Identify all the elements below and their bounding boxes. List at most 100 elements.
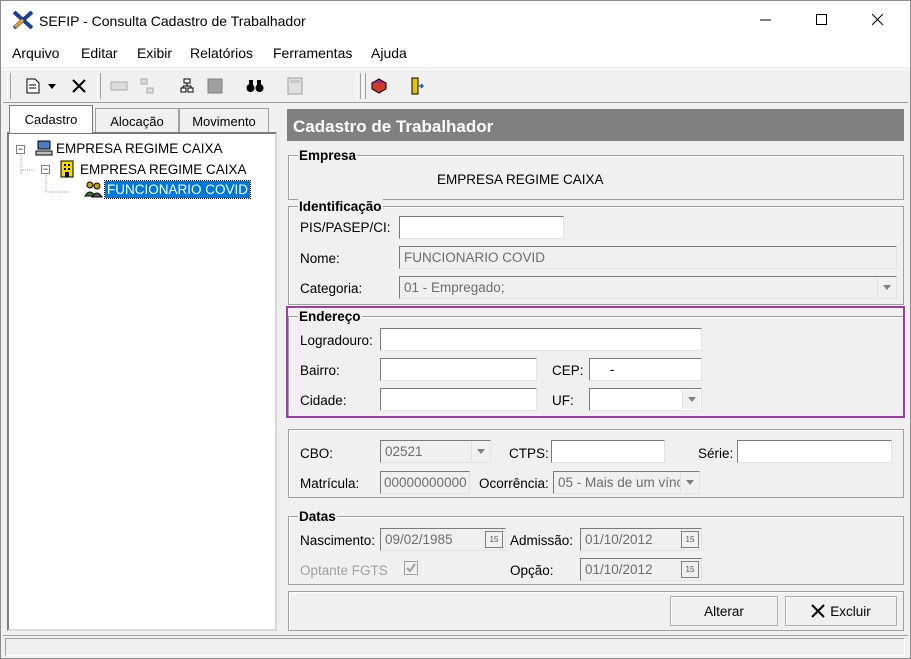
admissao-date-input[interactable]: 01/10/2012 15 (580, 528, 702, 551)
identificacao-group-title: Identificação (298, 199, 383, 215)
uf-select[interactable] (589, 388, 702, 411)
logradouro-label: Logradouro: (300, 333, 373, 348)
menu-editar[interactable]: Editar (81, 45, 118, 61)
building-icon (60, 160, 74, 178)
ocorrencia-value: 05 - Mais de um vínc (558, 475, 684, 490)
book-icon (370, 78, 388, 94)
nome-input[interactable]: FUNCIONARIO COVID (399, 246, 897, 269)
chevron-down-icon[interactable] (877, 278, 895, 297)
new-document-button[interactable] (21, 74, 45, 98)
opcao-date-input[interactable]: 01/10/2012 15 (580, 558, 702, 581)
menu-ajuda[interactable]: Ajuda (371, 45, 407, 61)
tree-node-company[interactable]: EMPRESA REGIME CAIXA (59, 160, 247, 178)
tree-view[interactable]: − EMPRESA REGIME CAIXA − EMPRESA REGIME … (7, 132, 277, 631)
close-icon (872, 14, 884, 26)
empresa-group: Empresa EMPRESA REGIME CAIXA (288, 148, 904, 200)
move-left-button[interactable] (107, 74, 131, 98)
ctps-input[interactable] (551, 440, 665, 463)
datas-group-title: Datas (298, 509, 337, 525)
serie-input[interactable] (737, 440, 892, 463)
toolbar (3, 69, 908, 103)
tab-cadastro[interactable]: Cadastro (9, 105, 93, 133)
menu-arquivo[interactable]: Arquivo (12, 45, 59, 61)
endereco-group: Endereço Logradouro: Bairro: CEP: - Cida… (288, 309, 904, 417)
tree-node-root-label: EMPRESA REGIME CAIXA (56, 141, 223, 156)
alterar-button[interactable]: Alterar (670, 596, 778, 626)
calendar-icon[interactable]: 15 (681, 531, 699, 548)
maximize-icon (816, 14, 827, 25)
categoria-select[interactable]: 01 - Empregado; (399, 276, 897, 299)
tree-collapse-toggle-company[interactable]: − (41, 165, 50, 174)
toolbar-separator-2 (357, 73, 361, 99)
new-dropdown-button[interactable] (45, 74, 59, 98)
calendar-icon[interactable]: 15 (681, 561, 699, 578)
title-bar: SEFIP - Consulta Cadastro de Trabalhador (1, 1, 910, 39)
menu-ferramentas[interactable]: Ferramentas (273, 45, 352, 61)
chevron-down-icon[interactable] (680, 473, 698, 492)
tree-icon (180, 78, 194, 93)
move-right-button[interactable] (135, 74, 159, 98)
cep-input[interactable]: - (589, 358, 702, 381)
alterar-button-label: Alterar (704, 603, 744, 619)
x-delete-icon (811, 604, 825, 618)
bairro-input[interactable] (380, 358, 537, 381)
square-icon (207, 78, 223, 94)
find-button[interactable] (243, 74, 267, 98)
admissao-label: Admissão: (510, 533, 574, 548)
worker-form-panel: Cadastro de Trabalhador Empresa EMPRESA … (286, 109, 905, 631)
tree-node-company-label: EMPRESA REGIME CAIXA (80, 162, 247, 177)
excluir-button-label: Excluir (830, 603, 871, 619)
toolbar-separator (97, 73, 101, 99)
logradouro-input[interactable] (380, 328, 702, 351)
chevron-down-icon[interactable] (682, 390, 700, 409)
maximize-button[interactable] (794, 1, 850, 39)
binoculars-icon (246, 80, 264, 92)
toolbar-grip[interactable] (7, 73, 11, 99)
cbo-select[interactable]: 02521 (380, 440, 491, 463)
computer-icon (35, 140, 53, 156)
tab-movimento[interactable]: Movimento (179, 108, 269, 134)
delete-button[interactable] (67, 74, 91, 98)
chevron-down-icon[interactable] (471, 442, 489, 461)
matricula-label: Matrícula: (300, 476, 360, 491)
opcao-value: 01/10/2012 (585, 562, 653, 577)
endereco-group-title: Endereço (298, 309, 362, 325)
stop-button[interactable] (203, 74, 227, 98)
pis-label: PIS/PASEP/CI: (300, 220, 391, 235)
calculator-button[interactable] (283, 74, 307, 98)
toolbar-grip-2 (362, 73, 366, 99)
ctps-label: CTPS: (509, 446, 549, 461)
dropdown-arrow-icon (48, 83, 56, 89)
menu-relatorios[interactable]: Relatórios (190, 45, 253, 61)
minimize-button[interactable] (738, 1, 794, 39)
close-window-button[interactable] (850, 1, 906, 39)
checkmark-icon (406, 563, 416, 573)
tree-node-root[interactable]: EMPRESA REGIME CAIXA (35, 140, 223, 156)
menu-bar: Arquivo Editar Exibir Relatórios Ferrame… (1, 39, 910, 67)
tab-alocacao[interactable]: Alocação (95, 108, 179, 134)
serie-label: Série: (698, 446, 734, 461)
tree-collapse-toggle-root[interactable]: − (16, 145, 25, 154)
app-window: SEFIP - Consulta Cadastro de Trabalhador… (0, 0, 911, 659)
tree-node-worker[interactable]: FUNCIONARIO COVID (83, 180, 252, 199)
matricula-input[interactable]: 00000000000 (380, 471, 470, 494)
empresa-group-title: Empresa (298, 148, 358, 164)
help-book-button[interactable] (367, 74, 391, 98)
ocorrencia-select[interactable]: 05 - Mais de um vínc (553, 471, 700, 494)
tree-button[interactable] (175, 74, 199, 98)
nascimento-value: 09/02/1985 (385, 532, 453, 547)
calendar-icon[interactable]: 15 (485, 531, 503, 548)
sefip-logo-icon (13, 11, 33, 29)
optante-fgts-checkbox[interactable] (404, 561, 418, 575)
cbo-label: CBO: (300, 446, 334, 461)
calculator-icon (287, 77, 303, 95)
cidade-input[interactable] (380, 388, 537, 411)
document-icon (26, 78, 40, 94)
excluir-button[interactable]: Excluir (785, 596, 897, 626)
nascimento-date-input[interactable]: 09/02/1985 15 (380, 528, 506, 551)
pis-input[interactable] (399, 216, 564, 239)
menu-exibir[interactable]: Exibir (137, 45, 172, 61)
hierarchy-icon (140, 78, 154, 94)
exit-button[interactable] (405, 74, 429, 98)
categoria-label: Categoria: (300, 281, 363, 296)
